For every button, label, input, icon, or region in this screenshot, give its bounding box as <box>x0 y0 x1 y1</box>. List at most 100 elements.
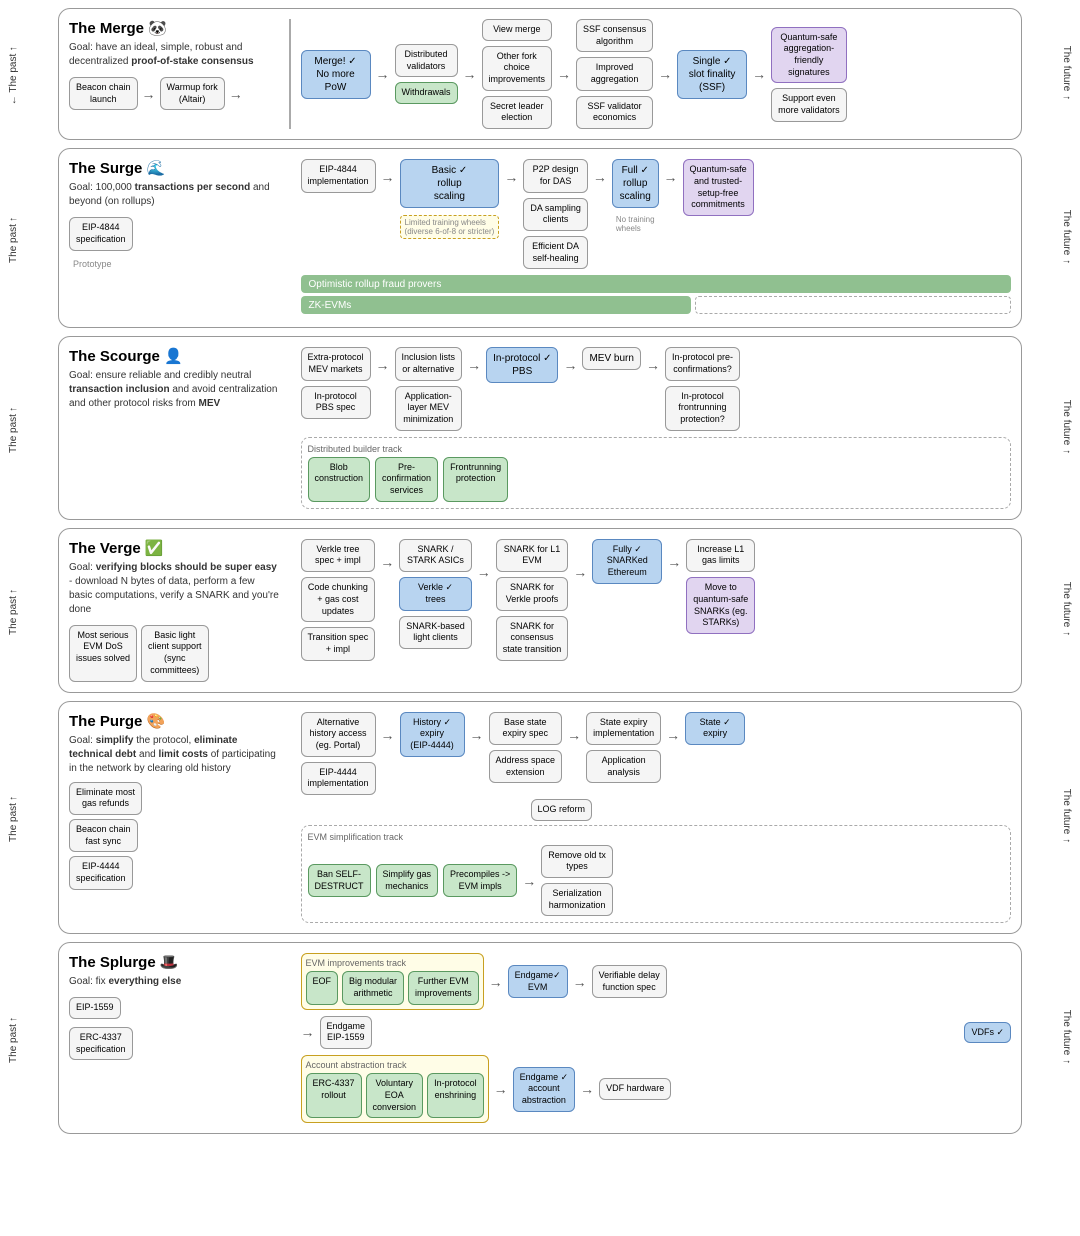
verkle-spec-node: Verkle treespec + impl <box>301 539 376 572</box>
surge-past: ← The past <box>8 213 19 263</box>
evm-track-nodes: Ban SELF-DESTRUCT Simplify gasmechanics … <box>308 845 1005 917</box>
scourge-section: The Scourge 👤 Goal: ensure reliable and … <box>58 336 1022 520</box>
das-col: P2P designfor DAS DA samplingclients Eff… <box>523 159 588 269</box>
eof-node: EOF <box>306 971 339 1004</box>
secret-leader-node: Secret leaderelection <box>482 96 553 129</box>
log-row: LOG reform <box>301 799 1012 821</box>
no-training-label: No trainingwheels <box>612 213 659 235</box>
splurge-erc-wrap: ERC-4337specification <box>69 1027 279 1060</box>
surge-past-label: The past <box>8 224 19 263</box>
verge-title: The Verge ✅ <box>69 539 279 557</box>
arrow-sp3: → <box>301 1024 315 1040</box>
merge-col2: View merge Other forkchoiceimprovements … <box>482 19 553 129</box>
merge-left: The Merge 🐼 Goal: have an ideal, simple,… <box>69 19 279 129</box>
verge-flow: Verkle treespec + impl Code chunking+ ga… <box>301 539 1012 661</box>
verge-left: The Verge ✅ Goal: verifying blocks shoul… <box>69 539 279 682</box>
arrow-p1: → <box>381 727 395 743</box>
light-client-node: Basic lightclient support(synccommittees… <box>141 625 209 682</box>
increase-gas-node: Increase L1gas limits <box>686 539 755 572</box>
withdrawals-node: Withdrawals <box>395 82 458 104</box>
splurge-future: The future → <box>1061 1010 1072 1067</box>
purge-right-track: Remove old txtypes Serializationharmoniz… <box>541 845 613 917</box>
snark-asic-node: SNARK /STARK ASICs <box>399 539 472 572</box>
gas-refunds-node: Eliminate mostgas refunds <box>69 782 142 815</box>
aa-track-box: Account abstraction track ERC-4337rollou… <box>301 1055 489 1123</box>
surge-title: The Surge 🌊 <box>69 159 279 177</box>
transition-spec-node: Transition spec+ impl <box>301 627 376 660</box>
history-expiry-node: History ✓expiry(EIP-4444) <box>400 712 465 757</box>
splurge-future-arrow: → <box>1062 1056 1072 1067</box>
arrow-v1: → <box>380 554 394 570</box>
purge-flow: Alternativehistory access(eg. Portal) EI… <box>301 712 1012 795</box>
eip1559-row: → EndgameEIP-1559 VDFs ✓ <box>301 1016 1012 1049</box>
dist-builder-track: Distributed builder track Blobconstructi… <box>301 437 1012 509</box>
merge-past: ← ← The past <box>8 43 19 106</box>
purge-section: The Purge 🎨 Goal: simplify the protocol,… <box>58 701 1022 935</box>
purge-bottom-left: Eliminate mostgas refunds Beacon chainfa… <box>69 782 279 890</box>
other-fork-node: Other forkchoiceimprovements <box>482 46 553 91</box>
beacon-launch-node: Beacon chainlaunch <box>69 77 138 110</box>
scourge-col2: Inclusion listsor alternative Applicatio… <box>395 347 463 430</box>
eip1559-node: EIP-1559 <box>69 997 121 1019</box>
merge-future: The future → <box>1061 46 1072 103</box>
ssf-node: Single ✓slot finality(SSF) <box>677 50 747 99</box>
scourge-col1: Extra-protocolMEV markets In-protocolPBS… <box>301 347 371 419</box>
surge-wrapper: ← The past The Surge 🌊 Goal: 100,000 tra… <box>8 148 1072 328</box>
splurge-past-arrow: ← <box>9 1013 19 1024</box>
splurge-past: ← The past <box>8 1013 19 1063</box>
scourge-right-col: In-protocol pre-confirmations? In-protoc… <box>665 347 740 430</box>
aa-track-label: Account abstraction track <box>306 1060 484 1070</box>
endgame-acc-node: Endgame ✓accountabstraction <box>513 1067 576 1112</box>
snark-consensus-node: SNARK forconsensusstate transition <box>496 616 569 661</box>
precompiles-node: Precompiles ->EVM impls <box>443 864 517 897</box>
purge-wrapper: ← The past The Purge 🎨 Goal: simplify th… <box>8 701 1072 935</box>
page-container: ← ← The past The Merge 🐼 Goal: have an i… <box>8 8 1072 1134</box>
zk-bar: ZK-EVMs <box>301 296 692 314</box>
fully-snarked-node: Fully ✓SNARKedEthereum <box>592 539 662 584</box>
surge-section: The Surge 🌊 Goal: 100,000 transactions p… <box>58 148 1022 328</box>
verge-right: Verkle treespec + impl Code chunking+ ga… <box>301 539 1012 661</box>
arrow3: → <box>376 66 390 82</box>
app-mev-node: Application-layer MEVminimization <box>395 386 463 431</box>
surge-future: The future → <box>1061 210 1072 267</box>
purge-col3: State expiryimplementation Applicationan… <box>586 712 661 784</box>
verge-future-label: The future <box>1061 582 1072 628</box>
scourge-past-arrow: ← <box>9 403 19 414</box>
dist-validators-node: Distributedvalidators <box>395 44 458 77</box>
evm-improve-nodes: EOF Big modulararithmetic Further EVMimp… <box>306 971 479 1004</box>
arrow-v2: → <box>477 564 491 580</box>
surge-future-label: The future <box>1061 210 1072 256</box>
merge-wrapper: ← ← The past The Merge 🐼 Goal: have an i… <box>8 8 1072 140</box>
inprotocol-enshrine-node: In-protocolenshrining <box>427 1073 484 1118</box>
surge-future-arrow: → <box>1062 255 1072 266</box>
purge-past: ← The past <box>8 792 19 842</box>
prototype-label: Prototype <box>69 259 279 269</box>
purge-right: Alternativehistory access(eg. Portal) EI… <box>301 712 1012 924</box>
eip4444-spec-node: EIP-4444specification <box>69 856 133 889</box>
merge-col1: Distributedvalidators Withdrawals <box>395 44 458 104</box>
scourge-past-label: The past <box>8 414 19 453</box>
scourge-goal: Goal: ensure reliable and credibly neutr… <box>69 369 279 411</box>
surge-bars: Optimistic rollup fraud provers ZK-EVMs <box>301 275 1012 317</box>
splurge-past-label: The past <box>8 1024 19 1063</box>
verge-right-col: Increase L1gas limits Move toquantum-saf… <box>686 539 755 634</box>
merge-goal: Goal: have an ideal, simple, robust and … <box>69 41 279 69</box>
merge-future-arrow: → <box>1062 91 1072 102</box>
more-validators-node: Support evenmore validators <box>771 88 847 121</box>
arrow-sc1: → <box>376 357 390 373</box>
arrow-s2: → <box>504 169 518 185</box>
preconf-node: In-protocol pre-confirmations? <box>665 347 740 380</box>
warmup-fork-node: Warmup fork(Altair) <box>160 77 225 110</box>
splurge-goal: Goal: fix everything else <box>69 975 279 989</box>
splurge-section: The Splurge 🎩 Goal: fix everything else … <box>58 942 1022 1134</box>
arrow-s3: → <box>593 169 607 185</box>
snark-col: SNARK /STARK ASICs Verkle ✓trees SNARK-b… <box>399 539 472 649</box>
scourge-past: ← The past <box>8 403 19 453</box>
scourge-flow: Extra-protocolMEV markets In-protocolPBS… <box>301 347 1012 430</box>
arrow-sp2: → <box>573 974 587 990</box>
splurge-title: The Splurge 🎩 <box>69 953 279 971</box>
improved-agg-node: Improvedaggregation <box>576 57 653 90</box>
merge-col3: SSF consensusalgorithm Improvedaggregati… <box>576 19 653 129</box>
arrow-sp5: → <box>580 1081 594 1097</box>
arrow-sc2: → <box>467 357 481 373</box>
